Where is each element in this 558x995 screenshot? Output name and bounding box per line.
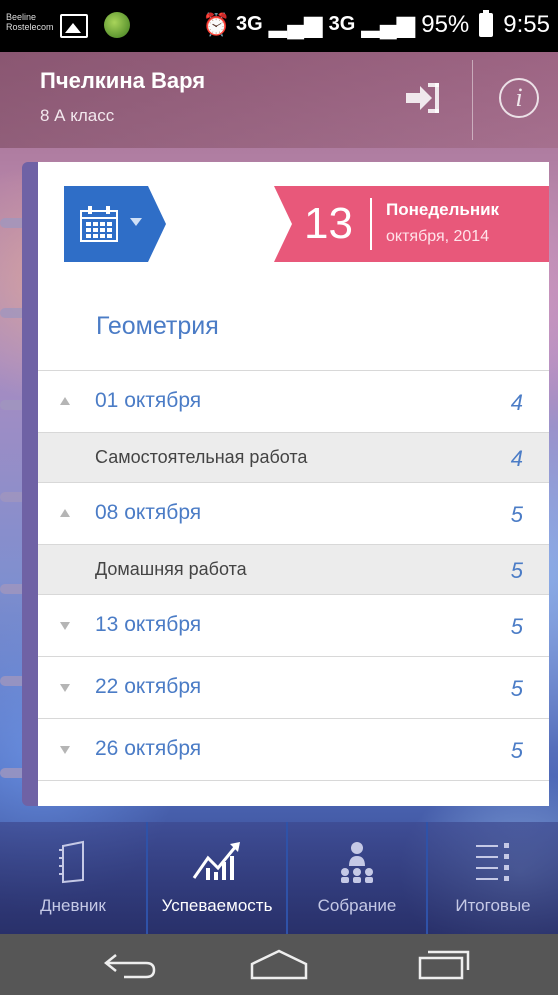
status-bar: Beeline Rostelecom ⏰ 3G ▂▄▆ 3G ▂▄▆ 95% 9… [0, 0, 558, 52]
date-weekday: Понедельник [386, 200, 500, 219]
tab-performance[interactable]: Успеваемость [148, 822, 286, 934]
grade-date: 08 октября [95, 501, 202, 524]
grade-date-row[interactable]: 13 октября 5 [38, 594, 549, 656]
meeting-icon [341, 842, 373, 883]
work-type: Домашняя работа [95, 559, 247, 579]
back-icon [103, 953, 156, 978]
info-icon: i [499, 78, 539, 118]
grade-date-row[interactable]: 08 октября 5 [38, 482, 549, 544]
grade-date-row-partial [38, 780, 549, 806]
gallery-icon [60, 14, 88, 38]
grade-date: 01 октября [95, 389, 202, 412]
diary-icon [59, 840, 84, 884]
collapse-arrow-icon [60, 397, 70, 405]
grade-mark: 4 [510, 446, 523, 471]
home-icon [250, 949, 308, 979]
date-day: 13 [304, 199, 353, 248]
grade-mark: 5 [510, 738, 523, 763]
grade-work-row: Домашняя работа 5 [38, 544, 549, 594]
clock: 9:55 [503, 10, 550, 38]
subject-title: Геометрия [96, 312, 219, 340]
grade-mark: 5 [510, 502, 523, 527]
collapse-arrow-icon [60, 509, 70, 517]
network-type-1: 3G [236, 13, 263, 35]
alarm-icon: ⏰ [202, 11, 231, 37]
tab-totals[interactable]: Итоговые [428, 822, 558, 934]
list-icon [476, 843, 509, 881]
grade-mark: 4 [510, 390, 523, 415]
date-banner: 13 Понедельник октября, 2014 [274, 186, 549, 262]
tab-diary[interactable]: Дневник [0, 822, 146, 934]
logout-button[interactable] [390, 52, 472, 148]
date-month-year: октября, 2014 [386, 228, 490, 245]
work-type: Самостоятельная работа [95, 447, 308, 467]
tab-label: Успеваемость [161, 896, 273, 915]
grades-list: 01 октября 4 Самостоятельная работа 4 08… [38, 370, 549, 806]
recent-apps-icon [418, 950, 470, 979]
tab-label: Собрание [317, 896, 397, 915]
system-nav-bar [0, 934, 558, 995]
info-button[interactable]: i [473, 52, 558, 148]
grade-work-row: Самостоятельная работа 4 [38, 432, 549, 482]
grades-card: 13 Понедельник октября, 2014 Геометрия 0… [38, 162, 549, 806]
recent-apps-button[interactable] [384, 934, 504, 995]
status-indicators: ⏰ 3G ▂▄▆ 3G ▂▄▆ 95% 9:55 [202, 9, 550, 39]
tab-meeting[interactable]: Собрание [288, 822, 426, 934]
logout-icon [406, 83, 439, 113]
expand-arrow-icon [60, 746, 70, 754]
signal-icon-2: ▂▄▆ [361, 11, 416, 38]
grade-date-row[interactable]: 01 октября 4 [38, 370, 549, 432]
grade-mark: 5 [510, 558, 523, 583]
battery-icon [479, 9, 494, 37]
carrier-1: Beeline [6, 12, 37, 22]
carrier-names: Beeline Rostelecom [6, 12, 54, 32]
tab-label: Итоговые [455, 896, 531, 915]
student-name: Пчелкина Варя [40, 68, 206, 93]
grade-mark: 5 [510, 676, 523, 701]
grade-date-row[interactable]: 26 октября 5 [38, 718, 549, 780]
calendar-icon [80, 206, 118, 242]
grade-date: 26 октября [95, 737, 202, 760]
expand-arrow-icon [60, 684, 70, 692]
grade-mark: 5 [510, 614, 523, 639]
bottom-tab-bar: Дневник Успеваемость Собрание Итоговые [0, 822, 558, 934]
signal-icon: ▂▄▆ [268, 11, 323, 38]
tab-label: Дневник [40, 896, 106, 915]
grade-date-row[interactable]: 22 октября 5 [38, 656, 549, 718]
chart-icon [192, 842, 240, 880]
home-button[interactable] [219, 934, 339, 995]
battery-percent: 95% [421, 10, 470, 38]
grade-date: 22 октября [95, 675, 202, 698]
carrier-2: Rostelecom [6, 22, 54, 32]
calendar-button[interactable] [64, 186, 166, 262]
chevron-down-icon [130, 218, 142, 226]
date-separator [370, 198, 372, 250]
grade-date: 13 октября [95, 613, 202, 636]
student-class: 8 А класс [40, 106, 115, 125]
back-button[interactable] [70, 934, 190, 995]
app-notification-icon [104, 12, 130, 38]
network-type-2: 3G [328, 13, 356, 35]
expand-arrow-icon [60, 622, 70, 630]
app-header: Пчелкина Варя 8 А класс i [0, 52, 558, 148]
